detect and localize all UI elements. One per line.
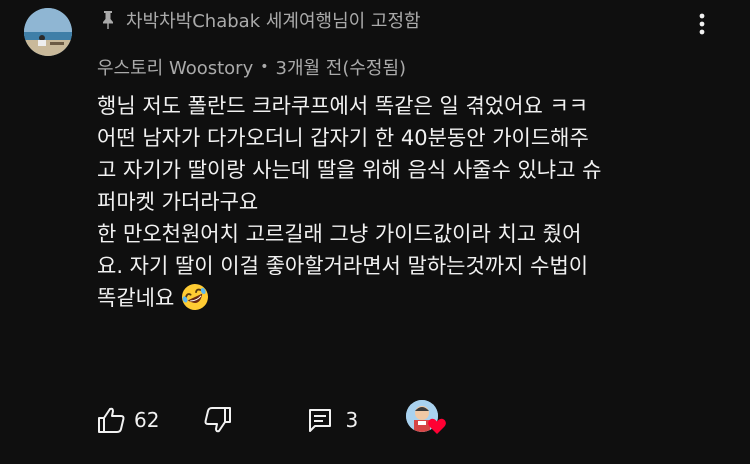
comment-line: 똑같네요 (97, 286, 175, 310)
dislike-button[interactable] (203, 406, 233, 434)
comment-line: 한 만오천원어치 고르길래 그냥 가이드값이라 치고 줬어 (97, 222, 582, 246)
reply-comment-icon (309, 409, 332, 432)
comment-meta: 우스토리 Woostory • 3개월 전(수정됨) (97, 55, 406, 79)
comment-text: 행님 저도 폴란드 크라쿠프에서 똑같은 일 겪었어요 ㅋㅋ 어떤 남자가 다가… (97, 90, 727, 314)
comment-line-last: 똑같네요 (97, 282, 727, 314)
pin-icon (100, 10, 116, 30)
avatar[interactable] (24, 8, 72, 56)
heart-icon (428, 418, 447, 434)
reply-count: 3 (345, 408, 359, 432)
vertical-dots-icon (699, 13, 705, 35)
pinned-label: 차박차박Chabak 세계여행님이 고정함 (100, 8, 421, 32)
rolling-on-floor-laughing-emoji (180, 282, 210, 312)
comment-line: 행님 저도 폴란드 크라쿠프에서 똑같은 일 겪었어요 ㅋㅋ (97, 94, 589, 118)
author-name[interactable]: 우스토리 Woostory (97, 54, 253, 80)
meta-separator: • (260, 59, 269, 75)
reply-button[interactable]: 3 (307, 407, 406, 433)
like-count: 62 (134, 408, 160, 432)
avatar-image (24, 8, 72, 56)
comment-line: 고 자기가 딸이랑 사는데 딸을 위해 음식 사줄수 있냐고 슈 (97, 158, 602, 182)
comment-line: 퍼마켓 가더라구요 (97, 190, 259, 214)
comment-line: 요. 자기 딸이 이걸 좋아할거라면서 말하는것까지 수법이 (97, 254, 589, 278)
comment-timestamp[interactable]: 3개월 전(수정됨) (276, 54, 407, 80)
comment-actions: 62 3 (96, 400, 450, 440)
more-options-button[interactable] (690, 10, 714, 38)
thumbs-up-icon (98, 407, 125, 433)
like-button[interactable]: 62 (96, 406, 203, 434)
pinned-text: 차박차박Chabak 세계여행님이 고정함 (126, 11, 421, 32)
thumbs-down-icon (204, 407, 232, 433)
comment-line: 어떤 남자가 다가오더니 갑자기 한 40분동안 가이드해주 (97, 126, 589, 150)
creator-heart (406, 400, 450, 440)
